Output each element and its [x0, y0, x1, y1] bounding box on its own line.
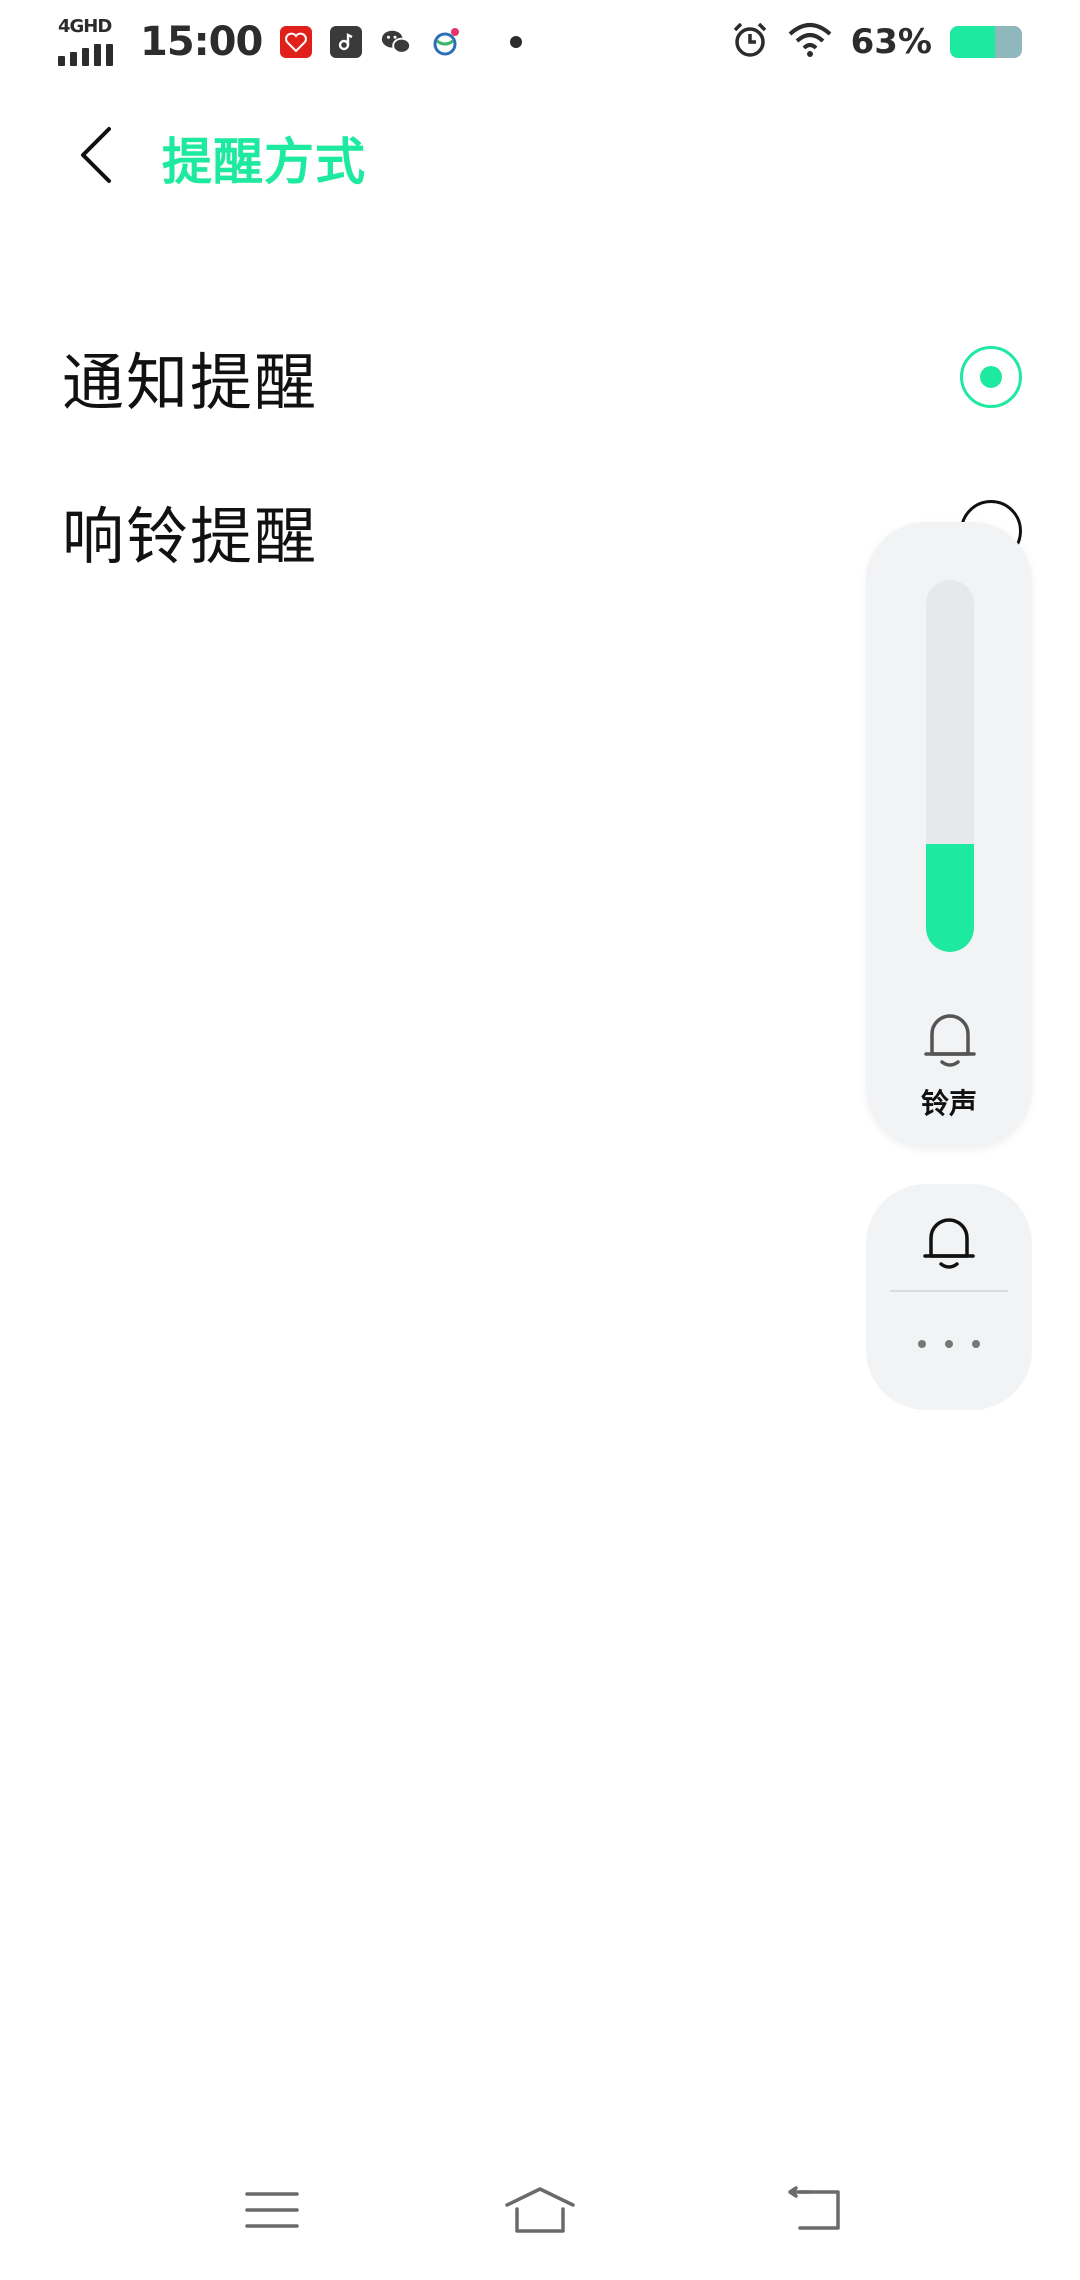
option-label: 通知提醒 — [62, 346, 319, 419]
option-notification[interactable]: 通知提醒 — [0, 312, 1080, 442]
divider — [890, 1290, 1008, 1292]
volume-slider[interactable] — [926, 580, 974, 952]
battery-icon — [950, 26, 1022, 58]
status-bar-right: 63% — [731, 21, 1022, 63]
browser-app-icon — [430, 26, 462, 58]
music-app-icon — [330, 26, 363, 58]
menu-button[interactable] — [232, 2180, 312, 2240]
volume-fill — [926, 844, 974, 952]
more-notifications-dot — [510, 36, 523, 48]
radio-dot — [980, 366, 1002, 388]
status-time: 15:00 — [140, 19, 263, 65]
back-nav-button[interactable] — [776, 2180, 856, 2240]
home-button[interactable] — [500, 2180, 580, 2240]
menu-icon — [245, 2192, 299, 2228]
option-label: 响铃提醒 — [62, 500, 319, 573]
back-icon — [788, 2186, 840, 2230]
ring-mode-panel — [866, 1184, 1032, 1410]
alarm-icon — [731, 21, 769, 63]
page-title: 提醒方式 — [162, 133, 366, 191]
chevron-left-icon — [81, 127, 111, 183]
home-icon — [505, 2187, 575, 2233]
signal-icon: 4GHD — [58, 14, 122, 70]
screen: 4GHD 15:00 63% 提醒方式 通知提醒 响铃提醒 铃声 — [0, 0, 1080, 2280]
status-bar: 4GHD 15:00 63% — [0, 0, 1080, 84]
navigation-bar — [0, 2160, 1080, 2260]
more-dots-icon[interactable] — [918, 1334, 980, 1354]
header: 提醒方式 — [0, 110, 1080, 200]
network-type: 4GHD — [58, 16, 112, 37]
status-bar-left: 4GHD 15:00 — [58, 14, 523, 70]
bell-icon[interactable] — [918, 1210, 980, 1274]
battery-fill — [950, 26, 996, 58]
battery-percent: 63% — [850, 22, 932, 62]
wifi-icon — [787, 22, 833, 62]
back-button[interactable] — [62, 120, 132, 190]
wechat-icon — [380, 26, 412, 58]
app-red-icon — [280, 26, 313, 58]
volume-panel: 铃声 — [866, 522, 1032, 1148]
radio-selected[interactable] — [960, 346, 1022, 408]
volume-label: 铃声 — [920, 1087, 977, 1120]
bell-icon[interactable] — [920, 1006, 980, 1070]
